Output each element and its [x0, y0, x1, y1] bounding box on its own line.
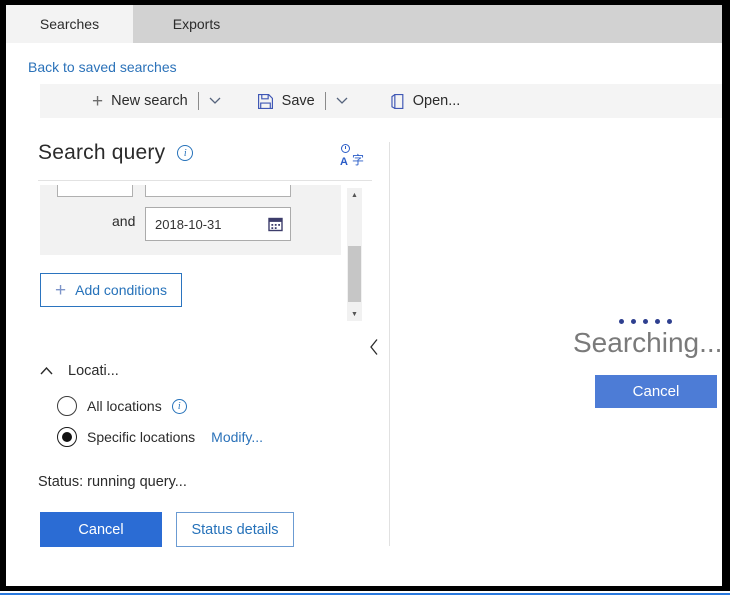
and-label: and: [112, 213, 135, 229]
plus-icon: +: [55, 281, 66, 300]
open-button[interactable]: Open...: [390, 93, 461, 110]
searching-cancel-button[interactable]: Cancel: [595, 375, 717, 408]
new-search-chevron-down-icon[interactable]: [209, 97, 221, 105]
loading-dot: [667, 319, 672, 324]
page-title: Search query: [38, 141, 165, 165]
screen: Searches Exports Back to saved searches …: [0, 0, 730, 597]
loading-dot: [643, 319, 648, 324]
specific-locations-option: Specific locations Modify...: [57, 427, 263, 447]
scroll-up-arrow-icon[interactable]: ▲: [347, 188, 362, 202]
tab-exports-label: Exports: [173, 16, 220, 32]
bottom-accent-line: [0, 593, 730, 595]
condition-field-partial[interactable]: [145, 185, 291, 197]
loading-dot: [655, 319, 660, 324]
calendar-icon[interactable]: [268, 217, 284, 232]
back-to-saved-searches-link[interactable]: Back to saved searches: [28, 59, 177, 75]
add-conditions-button[interactable]: + Add conditions: [40, 273, 182, 307]
toolbar-separator: [325, 92, 326, 110]
info-icon[interactable]: i: [177, 145, 193, 161]
tab-exports[interactable]: Exports: [133, 5, 260, 43]
tab-searches[interactable]: Searches: [6, 5, 133, 43]
tab-searches-label: Searches: [40, 16, 99, 32]
collapse-panel-chevron-left-icon[interactable]: [369, 338, 379, 356]
search-query-header: Search query i: [38, 141, 193, 165]
info-icon[interactable]: i: [172, 399, 187, 414]
query-language-translate-icon[interactable]: A 字: [340, 144, 364, 168]
new-search-button[interactable]: + New search: [92, 92, 188, 111]
clock-icon: [341, 144, 350, 153]
tab-bar: Searches Exports: [6, 5, 722, 43]
status-details-button[interactable]: Status details: [176, 512, 294, 547]
cancel-button[interactable]: Cancel: [40, 512, 162, 547]
add-conditions-label: Add conditions: [75, 282, 167, 298]
save-icon: [257, 93, 274, 110]
condition-date-field[interactable]: [145, 207, 291, 241]
open-label: Open...: [413, 93, 461, 109]
conditions-panel: and: [40, 185, 341, 255]
loading-dots: [619, 319, 672, 324]
all-locations-label: All locations: [87, 398, 162, 414]
chevron-up-icon: [40, 367, 53, 375]
locations-section-header[interactable]: Locati...: [40, 363, 119, 379]
save-chevron-down-icon[interactable]: [336, 97, 348, 105]
condition-field-partial[interactable]: [57, 185, 133, 197]
modify-link[interactable]: Modify...: [211, 429, 263, 445]
loading-dot: [619, 319, 624, 324]
locations-title: Locati...: [68, 363, 119, 379]
new-search-label: New search: [111, 93, 188, 109]
date-input[interactable]: [155, 217, 268, 232]
save-button[interactable]: Save: [257, 93, 315, 110]
heading-divider: [38, 180, 372, 181]
all-locations-option: All locations i: [57, 396, 187, 416]
command-bar: + New search Save: [40, 84, 722, 118]
app-window: Searches Exports Back to saved searches …: [0, 0, 730, 591]
panel-divider: [389, 142, 390, 546]
plus-icon: +: [92, 92, 103, 111]
specific-locations-radio[interactable]: [57, 427, 77, 447]
open-icon: [390, 93, 405, 110]
save-label: Save: [282, 93, 315, 109]
all-locations-radio[interactable]: [57, 396, 77, 416]
loading-dot: [631, 319, 636, 324]
scrollbar[interactable]: ▲ ▼: [347, 188, 362, 321]
toolbar-separator: [198, 92, 199, 110]
scrollbar-thumb[interactable]: [348, 246, 361, 302]
status-text: Status: running query...: [38, 474, 187, 490]
searching-text: Searching...: [573, 327, 722, 359]
specific-locations-label: Specific locations: [87, 429, 195, 445]
scroll-down-arrow-icon[interactable]: ▼: [347, 307, 362, 321]
